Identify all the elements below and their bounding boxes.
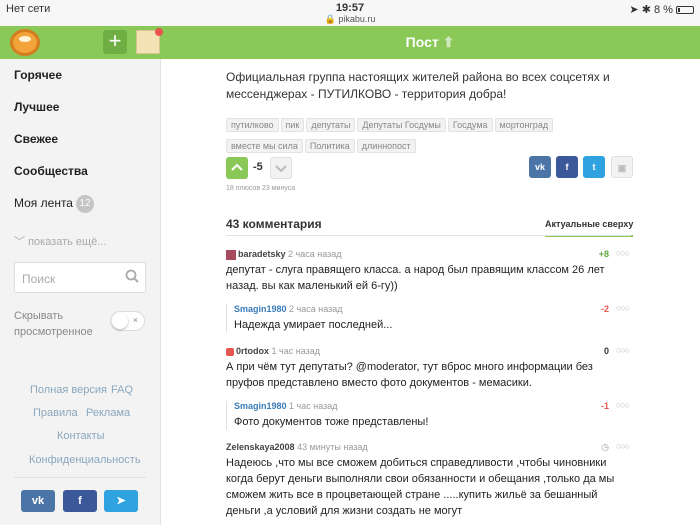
- comment-text: Надеюсь ,что мы все сможем добиться спра…: [226, 457, 615, 517]
- divider: [226, 235, 631, 236]
- comment-author[interactable]: Zelenskaya2008: [226, 442, 295, 452]
- search-input[interactable]: Поиск: [14, 262, 146, 293]
- user-avatar[interactable]: [136, 28, 163, 54]
- nav-best[interactable]: Лучшее: [14, 100, 59, 114]
- tag[interactable]: пик: [280, 118, 305, 132]
- comment-author[interactable]: Smagin1980: [234, 304, 287, 314]
- main-content: Официальная группа настоящих жителей рай…: [161, 59, 700, 525]
- tag[interactable]: Политика: [304, 139, 355, 153]
- tag[interactable]: мортонград: [494, 118, 554, 132]
- divider: [14, 477, 146, 478]
- comment-author[interactable]: baradetsky: [238, 249, 286, 259]
- post-rating: -5: [253, 161, 263, 173]
- comment: Zelenskaya2008 43 минуты назад ◷ ○○○ Надею…: [226, 441, 631, 519]
- link-full-version[interactable]: Полная версия: [30, 384, 107, 396]
- battery-indicator: ➤ ✱ 8 %: [629, 3, 694, 16]
- comment-author[interactable]: 0rtodox: [236, 346, 269, 356]
- comment-rating: +8: [598, 249, 609, 259]
- share-twitter-icon[interactable]: t: [583, 156, 605, 178]
- downvote-button[interactable]: [270, 157, 292, 179]
- chevron-down-icon: [275, 165, 287, 173]
- feed-count-badge: 12: [75, 195, 94, 213]
- telegram-icon[interactable]: ➤: [104, 490, 138, 512]
- status-bar: Нет сети 19:57 🔒 pikabu.ru ➤ ✱ 8 %: [0, 0, 700, 26]
- top-bar: + Пост ⬆: [0, 26, 700, 59]
- tag[interactable]: Госдума: [447, 118, 493, 132]
- nav-hot[interactable]: Горячее: [14, 68, 62, 82]
- clock: 19:57: [335, 2, 365, 14]
- comment-text: А при чём тут депутаты? @moderator, тут …: [226, 361, 593, 389]
- more-icon[interactable]: ○○○: [616, 400, 630, 410]
- close-icon: ×: [132, 315, 138, 325]
- comment-text: Фото документов тоже представлены!: [234, 416, 429, 428]
- battery-icon: [676, 6, 694, 15]
- nav-my-feed[interactable]: Моя лента 12: [14, 195, 94, 213]
- hide-viewed-label: Скрывать просмотренное: [14, 310, 93, 338]
- pikabu-logo-icon[interactable]: [10, 29, 40, 56]
- lock-icon: 🔒: [324, 14, 336, 24]
- hide-viewed-toggle[interactable]: ×: [110, 311, 145, 331]
- link-rules[interactable]: Правила: [33, 407, 78, 419]
- search-icon: [125, 269, 139, 283]
- tag[interactable]: длиннопост: [356, 139, 416, 153]
- avatar: [226, 347, 234, 356]
- comment-author[interactable]: Smagin1980: [234, 401, 287, 411]
- comment-time: 1 час назад: [271, 346, 320, 356]
- tag[interactable]: вместе мы сила: [226, 139, 303, 153]
- comment-reply: Smagin1980 1 час назад -1 ○○○ Фото докумен…: [226, 400, 631, 430]
- vk-icon[interactable]: vk: [21, 490, 55, 512]
- address-bar[interactable]: 🔒 pikabu.ru: [0, 14, 700, 25]
- tag[interactable]: Депутаты Госдумы: [357, 118, 446, 132]
- link-ads[interactable]: Реклама: [86, 407, 130, 419]
- upvote-button[interactable]: [226, 157, 248, 179]
- comment-text: депутат - слуга правящего класса. а наро…: [226, 264, 605, 292]
- comment: 0rtodox 1 час назад 0 ○○○ А при чём тут де…: [226, 345, 631, 391]
- tag[interactable]: путилково: [226, 118, 279, 132]
- tag-list: путилково пик депутаты Депутаты Госдумы Госд…: [226, 115, 646, 157]
- comment-text: Надежда умирает последней...: [234, 319, 393, 331]
- show-more-link[interactable]: ﹀ показать ещё...: [14, 233, 106, 249]
- post-description: Официальная группа настоящих жителей рай…: [226, 70, 610, 101]
- nav-fresh[interactable]: Свежее: [14, 132, 58, 146]
- clock-icon: ◷: [601, 442, 609, 452]
- comment-time: 2 часа назад: [288, 249, 342, 259]
- comment-rating: 0: [603, 346, 609, 356]
- share-facebook-icon[interactable]: f: [556, 156, 578, 178]
- avatar: [226, 249, 236, 260]
- page-title: Пост ⬆: [405, 34, 455, 50]
- sidebar: Горячее Лучшее Свежее Сообщества Моя лен…: [0, 59, 161, 525]
- more-icon[interactable]: ○○○: [616, 248, 630, 258]
- vote-stats: 18 плюсов 23 минуса: [226, 185, 296, 192]
- comment-rating: -1: [600, 401, 609, 411]
- comment: baradetsky 2 часа назад +8 ○○○ депутат - с…: [226, 248, 631, 294]
- chevron-down-icon: ﹀: [14, 236, 25, 248]
- more-icon[interactable]: ○○○: [616, 303, 630, 313]
- more-icon[interactable]: ○○○: [616, 345, 630, 355]
- more-icon[interactable]: ○○○: [616, 441, 630, 451]
- comment-reply: Smagin1980 2 часа назад -2 ○○○ Надежда уми…: [226, 303, 631, 333]
- comment-time: 43 минуты назад: [297, 442, 368, 452]
- url-label: pikabu.ru: [338, 14, 376, 24]
- save-icon[interactable]: ▣: [611, 156, 633, 178]
- chevron-up-icon: [231, 163, 243, 171]
- link-contacts[interactable]: Контакты: [57, 430, 105, 442]
- link-privacy[interactable]: Конфиденциальность: [29, 454, 141, 466]
- arrow-up-icon: ⬆: [442, 34, 455, 50]
- comment-time: 2 часа назад: [289, 304, 343, 314]
- nav-communities[interactable]: Сообщества: [14, 164, 88, 178]
- add-post-button[interactable]: +: [103, 30, 127, 54]
- comment-time: 1 час назад: [289, 401, 338, 411]
- comments-title: 43 комментария: [226, 217, 322, 231]
- comment-rating: -2: [600, 304, 609, 314]
- search-placeholder: Поиск: [22, 272, 56, 286]
- facebook-icon[interactable]: f: [63, 490, 97, 512]
- tag[interactable]: депутаты: [306, 118, 356, 132]
- share-vk-icon[interactable]: vk: [529, 156, 551, 178]
- link-faq[interactable]: FAQ: [111, 384, 133, 396]
